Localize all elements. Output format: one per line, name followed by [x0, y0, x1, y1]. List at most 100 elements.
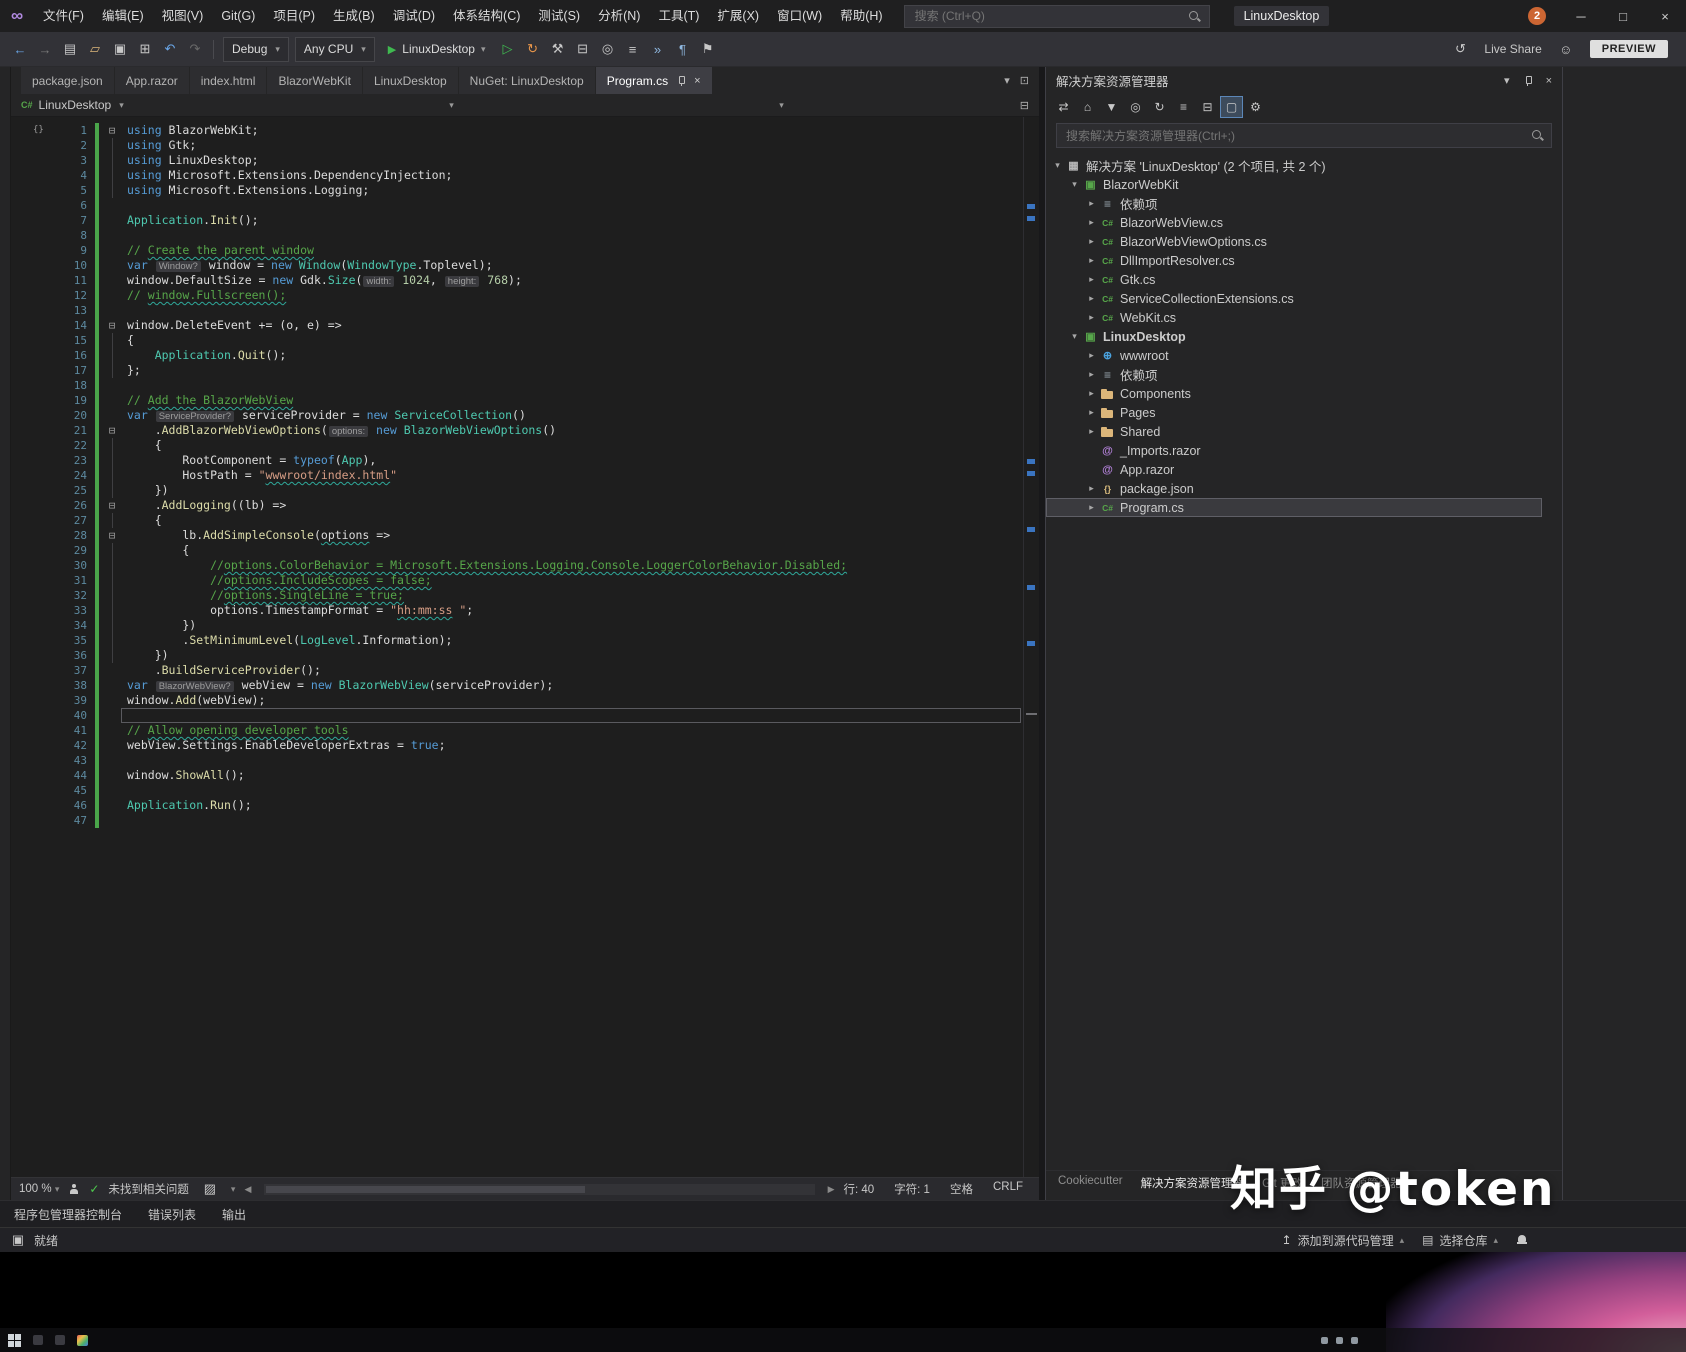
code-line[interactable]: 37 .BuildServiceProvider(); — [11, 663, 1039, 678]
code-line[interactable]: 22 { — [11, 438, 1039, 453]
filter-icon[interactable]: ▼ — [1100, 96, 1123, 118]
code-line[interactable]: 40 — [11, 708, 1039, 723]
panel-tab[interactable]: 程序包管理器控制台 — [14, 1206, 122, 1223]
menu-item[interactable]: 帮助(H) — [831, 0, 891, 32]
menu-item[interactable]: 生成(B) — [324, 0, 384, 32]
solution-search-input[interactable] — [1064, 128, 1525, 144]
fold-collapse-icon[interactable]: ⊟ — [103, 423, 121, 438]
notification-badge[interactable]: 2 — [1528, 7, 1546, 25]
save-icon[interactable]: ▣ — [108, 37, 132, 61]
editor-tab[interactable]: LinuxDesktop — [363, 67, 458, 94]
tray-icon[interactable] — [1321, 1337, 1328, 1344]
code-line[interactable]: 7Application.Init(); — [11, 213, 1039, 228]
sync-with-active-document-icon[interactable]: ◎ — [1124, 96, 1147, 118]
tree-item[interactable]: ▸≡依赖项 — [1046, 194, 1542, 213]
tree-item[interactable]: ▸Components — [1046, 384, 1542, 403]
tray-icon[interactable] — [1336, 1337, 1343, 1344]
menu-item[interactable]: 窗口(W) — [768, 0, 831, 32]
tree-item[interactable]: ▸{}package.json — [1046, 479, 1542, 498]
code-line[interactable]: 16 Application.Quit(); — [11, 348, 1039, 363]
editor-tab[interactable]: BlazorWebKit — [267, 67, 361, 94]
menu-item[interactable]: 调试(D) — [384, 0, 444, 32]
code-line[interactable]: 46Application.Run(); — [11, 798, 1039, 813]
panel-header[interactable]: 解决方案资源管理器 ▾ × — [1046, 67, 1562, 94]
code-line[interactable]: 33 options.TimestampFormat = "hh:mm:ss "… — [11, 603, 1039, 618]
code-line[interactable]: 1⊟using BlazorWebKit; — [11, 123, 1039, 138]
maximize-button[interactable]: □ — [1602, 0, 1644, 32]
start-without-debugging-icon[interactable]: ▷ — [496, 37, 520, 61]
expand-icon[interactable]: ▸ — [1084, 369, 1099, 380]
editor-tab[interactable]: Program.cs× — [596, 67, 712, 94]
collapse-icon[interactable]: ▾ — [1067, 179, 1082, 190]
bell-icon[interactable] — [1516, 1234, 1528, 1246]
refresh-icon[interactable]: ↻ — [1148, 96, 1171, 118]
code-line[interactable]: 36 }) — [11, 648, 1039, 663]
close-icon[interactable]: × — [694, 75, 700, 87]
expand-icon[interactable]: ▸ — [1084, 502, 1099, 513]
code-cleanup-icon[interactable]: ▨ — [198, 1177, 222, 1201]
formatting-marks-icon[interactable]: ¶ — [671, 37, 695, 61]
add-to-source-control-button[interactable]: ↥ 添加到源代码管理 ▴ — [1282, 1232, 1405, 1249]
code-line[interactable]: 19// Add the BlazorWebView — [11, 393, 1039, 408]
code-line[interactable]: 41// Allow opening developer tools — [11, 723, 1039, 738]
code-line[interactable]: 28⊟ lb.AddSimpleConsole(options => — [11, 528, 1039, 543]
code-line[interactable]: 10var Window? window = new Window(Window… — [11, 258, 1039, 273]
editor-tab[interactable]: App.razor — [115, 67, 189, 94]
window-layout-icon[interactable]: ⊡ — [1020, 74, 1029, 87]
collapse-icon[interactable]: ▾ — [1050, 160, 1065, 171]
visual-studio-logo-icon[interactable]: ∞ — [0, 6, 34, 26]
tool-window-tab[interactable]: 解决方案资源管理器 — [1141, 1175, 1245, 1200]
tree-item[interactable]: ▾▦解决方案 'LinuxDesktop' (2 个项目, 共 2 个) — [1046, 156, 1542, 175]
preview-selected-icon[interactable]: ▢ — [1220, 96, 1243, 118]
expand-icon[interactable]: ▸ — [1084, 293, 1099, 304]
tree-item[interactable]: ▾▣LinuxDesktop — [1046, 327, 1542, 346]
tree-item[interactable]: ▸C#WebKit.cs — [1046, 308, 1542, 327]
expand-icon[interactable]: ▸ — [1084, 407, 1099, 418]
redo-icon[interactable]: ↷ — [183, 37, 207, 61]
new-file-icon[interactable]: ▤ — [58, 37, 82, 61]
bookmark-icon[interactable]: ⚑ — [696, 37, 720, 61]
quick-search-box[interactable] — [904, 5, 1210, 28]
code-line[interactable]: 3using LinuxDesktop; — [11, 153, 1039, 168]
live-share-icon[interactable]: ↺ — [1448, 37, 1472, 61]
editor-tab[interactable]: index.html — [190, 67, 267, 94]
code-line[interactable]: 8 — [11, 228, 1039, 243]
minimize-button[interactable]: ─ — [1560, 0, 1602, 32]
scroll-left-icon[interactable]: ◀ — [244, 1184, 251, 1195]
properties-icon[interactable]: ⚙ — [1244, 96, 1267, 118]
pin-icon[interactable] — [1522, 75, 1534, 87]
panel-tab[interactable]: 错误列表 — [148, 1206, 196, 1223]
outline-icon[interactable]: ≡ — [621, 37, 645, 61]
tree-item[interactable]: @_Imports.razor — [1046, 441, 1542, 460]
code-line[interactable]: 43 — [11, 753, 1039, 768]
code-line[interactable]: 2using Gtk; — [11, 138, 1039, 153]
forward-arrow-icon[interactable]: → — [33, 37, 57, 61]
start-debugging-button[interactable]: ▶ LinuxDesktop ▾ — [378, 42, 496, 56]
fold-collapse-icon[interactable]: ⊟ — [103, 498, 121, 513]
panel-tab[interactable]: 输出 — [222, 1206, 246, 1223]
editor-scrollbar[interactable] — [1023, 117, 1039, 1177]
code-line[interactable]: 13 — [11, 303, 1039, 318]
code-line[interactable]: 29 { — [11, 543, 1039, 558]
breadcrumb-type-dropdown[interactable]: ▾ — [124, 100, 454, 111]
debug-configuration-dropdown[interactable]: Debug ▾ — [223, 37, 289, 62]
code-line[interactable]: 15{ — [11, 333, 1039, 348]
chevron-down-icon[interactable]: ▾ — [231, 1184, 236, 1195]
close-button[interactable]: × — [1644, 0, 1686, 32]
code-line[interactable]: 32 //options.SingleLine = true; — [11, 588, 1039, 603]
tree-item[interactable]: ▸C#Program.cs — [1046, 498, 1542, 517]
find-in-files-icon[interactable]: ◎ — [596, 37, 620, 61]
line-indicator[interactable]: 行: 40 — [843, 1181, 874, 1197]
taskbar-app-icon[interactable] — [55, 1335, 65, 1345]
code-line[interactable]: 4using Microsoft.Extensions.DependencyIn… — [11, 168, 1039, 183]
expand-icon[interactable]: ▸ — [1084, 217, 1099, 228]
code-line[interactable]: 27 { — [11, 513, 1039, 528]
fold-collapse-icon[interactable]: ⊟ — [103, 123, 121, 138]
collapse-icon[interactable]: ▾ — [1067, 331, 1082, 342]
editor-tab[interactable]: package.json — [21, 67, 114, 94]
code-line[interactable]: 39window.Add(webView); — [11, 693, 1039, 708]
expand-icon[interactable]: ▸ — [1084, 388, 1099, 399]
eol-indicator[interactable]: CRLF — [993, 1181, 1023, 1197]
tree-item[interactable]: @App.razor — [1046, 460, 1542, 479]
indentation-indicator[interactable]: 空格 — [950, 1181, 973, 1197]
